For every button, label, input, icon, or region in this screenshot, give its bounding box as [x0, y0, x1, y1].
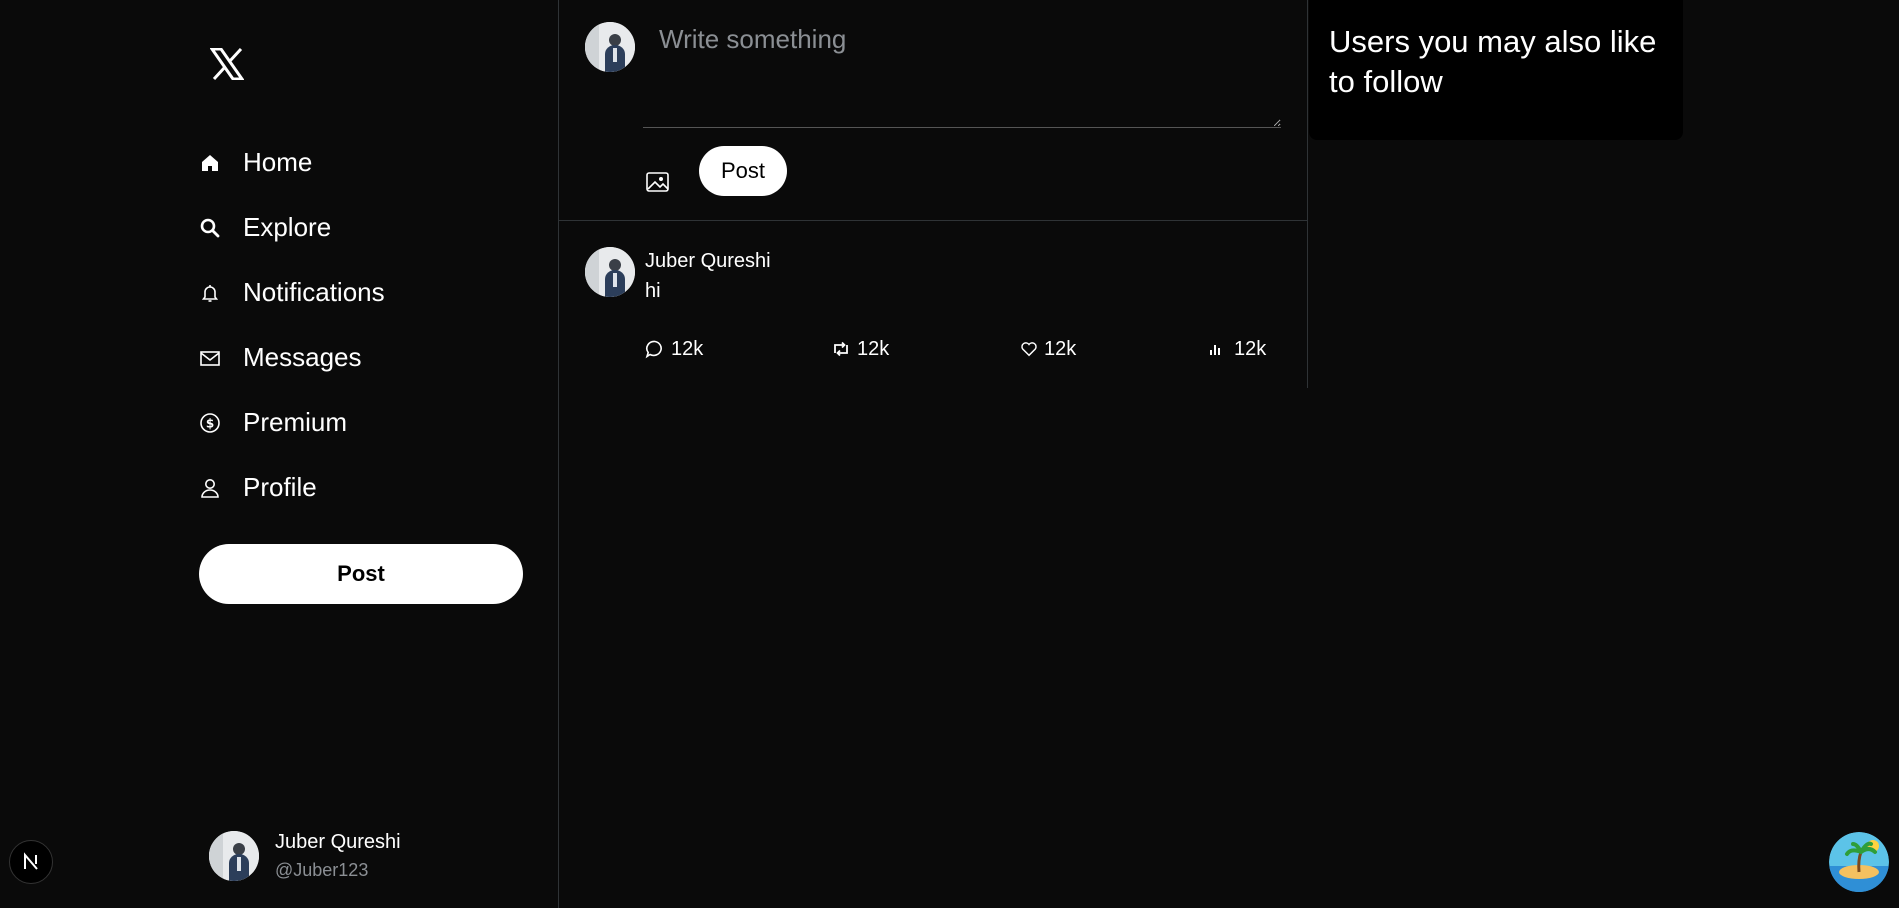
- who-to-follow-title: Users you may also like to follow: [1329, 24, 1657, 99]
- nav-label-notifications: Notifications: [243, 277, 385, 307]
- compose-post-button[interactable]: Post: [699, 146, 787, 196]
- nav-label-explore: Explore: [243, 212, 332, 242]
- main-nav: Home Explore Notifications Messages $ Pr…: [199, 130, 385, 520]
- account-name: Juber Qureshi: [275, 831, 401, 853]
- mail-icon: [199, 346, 243, 370]
- retweet-count: 12k: [857, 337, 890, 360]
- avatar: [209, 831, 259, 881]
- nav-item-premium[interactable]: $ Premium: [199, 390, 385, 455]
- nav-item-profile[interactable]: Profile: [199, 455, 385, 520]
- heart-icon: [1021, 342, 1037, 357]
- views-count: 12k: [1234, 337, 1267, 360]
- nav-label-home: Home: [243, 147, 313, 177]
- like-button[interactable]: 12k: [1020, 334, 1076, 364]
- tweet-actions: 12k 12k 12k 12k: [645, 334, 1285, 364]
- dollar-circle-icon: $: [199, 411, 243, 435]
- tweet-text: hi: [645, 280, 661, 302]
- home-icon: [199, 151, 243, 175]
- avatar[interactable]: [585, 247, 635, 297]
- nextjs-devtools-icon[interactable]: [9, 840, 53, 884]
- who-to-follow-panel: Users you may also like to follow: [1309, 0, 1683, 140]
- nav-label-profile: Profile: [243, 472, 317, 502]
- bar-chart-icon: [1210, 345, 1220, 355]
- account-text: Juber Qureshi @Juber123: [275, 831, 401, 881]
- account-handle: @Juber123: [275, 860, 369, 880]
- bell-icon: [199, 281, 243, 305]
- main-feed: Post Juber Qureshi hi 12k 12k 12k: [559, 0, 1308, 388]
- compose-input[interactable]: [643, 18, 1281, 128]
- nav-item-home[interactable]: Home: [199, 130, 385, 195]
- search-icon: [199, 216, 243, 240]
- views-button[interactable]: 12k: [1208, 334, 1266, 364]
- compose-box: Post: [559, 0, 1307, 221]
- reply-count: 12k: [671, 337, 704, 360]
- left-sidebar: Home Explore Notifications Messages $ Pr…: [0, 0, 559, 908]
- tweet-author[interactable]: Juber Qureshi: [645, 250, 771, 273]
- reply-button[interactable]: 12k: [645, 334, 703, 364]
- tweet[interactable]: Juber Qureshi hi 12k 12k 12k 12k: [559, 222, 1307, 388]
- user-icon: [199, 476, 243, 500]
- nav-label-messages: Messages: [243, 342, 362, 372]
- nav-item-explore[interactable]: Explore: [199, 195, 385, 260]
- x-logo-icon[interactable]: [209, 47, 245, 81]
- app-root: Home Explore Notifications Messages $ Pr…: [0, 0, 1899, 908]
- retweet-button[interactable]: 12k: [831, 334, 889, 364]
- like-count: 12k: [1044, 337, 1077, 360]
- reply-icon: [645, 340, 662, 359]
- island-widget-icon[interactable]: [1829, 832, 1889, 892]
- avatar: [585, 22, 635, 72]
- image-upload-icon[interactable]: [645, 170, 671, 194]
- nav-item-messages[interactable]: Messages: [199, 325, 385, 390]
- account-switcher[interactable]: Juber Qureshi @Juber123: [209, 831, 401, 881]
- svg-text:$: $: [206, 416, 214, 430]
- sidebar-post-button[interactable]: Post: [199, 544, 523, 604]
- nav-item-notifications[interactable]: Notifications: [199, 260, 385, 325]
- nav-label-premium: Premium: [243, 407, 348, 437]
- retweet-icon: [834, 341, 848, 357]
